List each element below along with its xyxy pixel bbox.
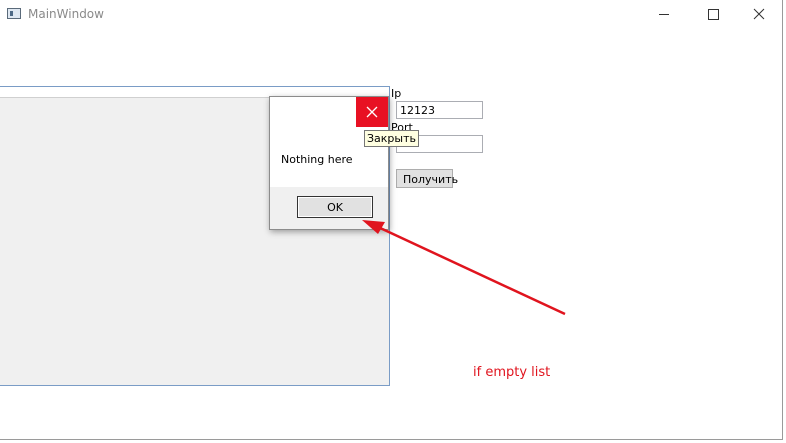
annotation-label: if empty list <box>473 365 551 380</box>
annotation-arrow <box>362 220 566 316</box>
